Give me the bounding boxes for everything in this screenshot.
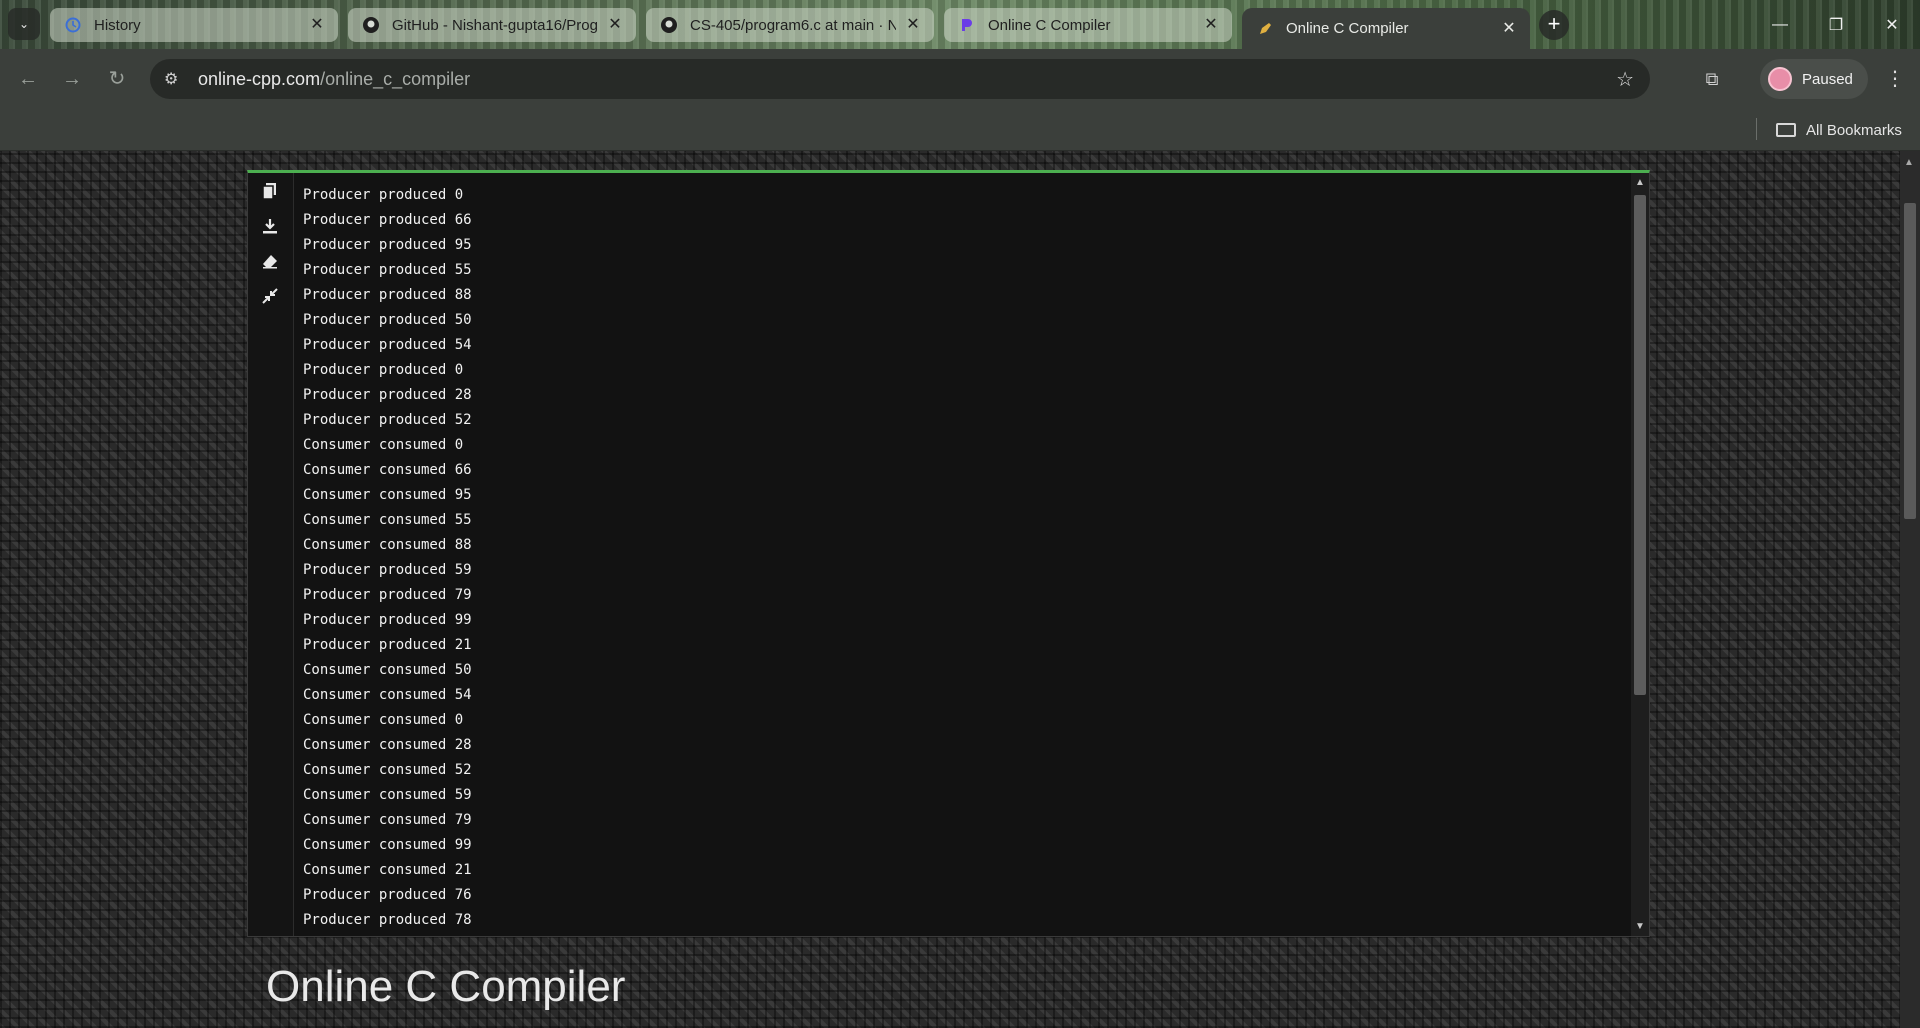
console-line: Producer produced 21 bbox=[303, 637, 472, 653]
copy-icon[interactable] bbox=[259, 180, 281, 202]
collapse-icon[interactable] bbox=[259, 285, 281, 307]
close-icon[interactable]: ✕ bbox=[904, 16, 922, 34]
close-window-button[interactable]: ✕ bbox=[1864, 0, 1920, 49]
console-line: Consumer consumed 55 bbox=[303, 512, 472, 528]
console-line: Producer produced 95 bbox=[303, 237, 472, 253]
close-icon[interactable]: ✕ bbox=[1202, 16, 1220, 34]
site-info-icon[interactable]: ⚙ bbox=[164, 69, 184, 89]
download-icon[interactable] bbox=[259, 215, 281, 237]
page-title: Online C Compiler bbox=[266, 962, 626, 1011]
console-output: Producer produced 0 Producer produced 66 P… bbox=[303, 183, 1623, 928]
page-scrollbar-thumb[interactable] bbox=[1904, 203, 1916, 519]
console-line: Consumer consumed 50 bbox=[303, 662, 472, 678]
close-icon[interactable]: ✕ bbox=[308, 16, 326, 34]
minimize-button[interactable]: — bbox=[1752, 0, 1808, 49]
console-line: Producer produced 28 bbox=[303, 387, 472, 403]
profile-status: Paused bbox=[1802, 70, 1853, 88]
address-bar[interactable]: ⚙ online-cpp.com/online_c_compiler ☆ bbox=[150, 59, 1650, 99]
console-line: Consumer consumed 99 bbox=[303, 837, 472, 853]
github-icon bbox=[362, 16, 380, 34]
tab-search-button[interactable]: ⌄ bbox=[8, 8, 40, 40]
console-scrollbar[interactable]: ▲ ▼ bbox=[1631, 173, 1649, 936]
chevron-down-icon: ⌄ bbox=[18, 17, 30, 31]
console-line: Producer produced 0 bbox=[303, 362, 464, 378]
divider bbox=[1756, 118, 1757, 140]
url-host: online-cpp.com bbox=[198, 68, 321, 89]
kebab-menu-icon[interactable]: ⋮ bbox=[1880, 63, 1910, 95]
console-line: Producer produced 88 bbox=[303, 287, 472, 303]
console-line: Consumer consumed 95 bbox=[303, 487, 472, 503]
console-line: Producer produced 0 bbox=[303, 187, 464, 203]
compiler-p-icon bbox=[958, 16, 976, 34]
console-line: Producer produced 66 bbox=[303, 212, 472, 228]
bookmark-star-icon[interactable]: ☆ bbox=[1616, 67, 1634, 92]
page-scrollbar[interactable]: ▲ bbox=[1900, 151, 1920, 1028]
all-bookmarks-label: All Bookmarks bbox=[1806, 121, 1902, 139]
console-toolbar bbox=[248, 173, 294, 936]
tab-title: History bbox=[94, 16, 141, 34]
console-line: Producer produced 50 bbox=[303, 312, 472, 328]
tab-github-repo[interactable]: GitHub - Nishant-gupta16/Prog ✕ bbox=[348, 8, 636, 42]
scroll-down-arrow-icon[interactable]: ▼ bbox=[1635, 921, 1645, 932]
back-arrow-icon[interactable]: ← bbox=[12, 63, 44, 95]
console-line: Producer produced 52 bbox=[303, 412, 472, 428]
console-line: Consumer consumed 88 bbox=[303, 537, 472, 553]
output-console: Producer produced 0 Producer produced 66 P… bbox=[247, 170, 1650, 937]
console-scrollbar-thumb[interactable] bbox=[1634, 195, 1646, 695]
console-line: Producer produced 99 bbox=[303, 612, 472, 628]
tab-github-file[interactable]: CS-405/program6.c at main · N ✕ bbox=[646, 8, 934, 42]
console-line: Consumer consumed 28 bbox=[303, 737, 472, 753]
scroll-up-arrow-icon[interactable]: ▲ bbox=[1904, 157, 1914, 168]
browser-toolbar: ← → ↻ ⚙ online-cpp.com/online_c_compiler… bbox=[0, 49, 1920, 109]
console-line: Consumer consumed 66 bbox=[303, 462, 472, 478]
console-line: Consumer consumed 59 bbox=[303, 787, 472, 803]
forward-arrow-icon[interactable]: → bbox=[56, 63, 88, 95]
tab-strip: ⌄ History ✕ GitHub - Nishant-gupta16/Pro… bbox=[0, 0, 1920, 49]
url-path: /online_c_compiler bbox=[320, 68, 471, 89]
avatar bbox=[1768, 67, 1792, 91]
tab-title: CS-405/program6.c at main · N bbox=[690, 16, 896, 34]
close-icon[interactable]: ✕ bbox=[606, 16, 624, 34]
console-line: Consumer consumed 0 bbox=[303, 437, 464, 453]
tab-title: GitHub - Nishant-gupta16/Prog bbox=[392, 16, 598, 34]
new-tab-button[interactable]: + bbox=[1539, 10, 1569, 40]
console-line: Consumer consumed 54 bbox=[303, 687, 472, 703]
scroll-up-arrow-icon[interactable]: ▲ bbox=[1635, 177, 1645, 188]
close-icon[interactable]: ✕ bbox=[1500, 20, 1518, 38]
all-bookmarks-button[interactable]: All Bookmarks bbox=[1776, 117, 1902, 143]
console-line: Consumer consumed 21 bbox=[303, 862, 472, 878]
console-line: Producer produced 76 bbox=[303, 887, 472, 903]
tab-title: Online C Compiler bbox=[988, 16, 1111, 34]
console-line: Consumer consumed 0 bbox=[303, 712, 464, 728]
reload-icon[interactable]: ↻ bbox=[101, 63, 133, 95]
console-line: Producer produced 55 bbox=[303, 262, 472, 278]
restore-button[interactable]: ❐ bbox=[1808, 0, 1864, 49]
console-line: Consumer consumed 52 bbox=[303, 762, 472, 778]
bookmarks-bar: All Bookmarks bbox=[0, 109, 1920, 151]
console-line: Consumer consumed 79 bbox=[303, 812, 472, 828]
tab-title: Online C Compiler bbox=[1286, 20, 1409, 37]
console-line: Producer produced 79 bbox=[303, 587, 472, 603]
github-icon bbox=[660, 16, 678, 34]
tab-online-compiler-active[interactable]: Online C Compiler ✕ bbox=[1242, 8, 1530, 49]
folder-icon bbox=[1776, 123, 1796, 137]
console-line: Producer produced 59 bbox=[303, 562, 472, 578]
console-line: Producer produced 78 bbox=[303, 912, 472, 928]
compiler-pen-icon bbox=[1256, 20, 1274, 38]
extensions-icon[interactable]: ⧉ bbox=[1696, 63, 1728, 95]
tab-history[interactable]: History ✕ bbox=[50, 8, 338, 42]
history-icon bbox=[64, 16, 82, 34]
console-line: Producer produced 54 bbox=[303, 337, 472, 353]
eraser-icon[interactable] bbox=[259, 250, 281, 272]
profile-button[interactable]: Paused bbox=[1760, 59, 1868, 99]
tab-online-compiler[interactable]: Online C Compiler ✕ bbox=[944, 8, 1232, 42]
